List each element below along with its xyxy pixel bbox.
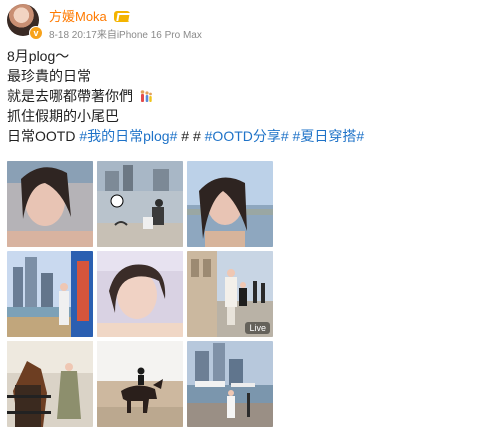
photo-6[interactable]: Live — [187, 251, 273, 337]
post-header: v 方媛Moka 8-18 20:17来自iPhone 16 Pro Max — [7, 4, 487, 41]
harbor-pier-image — [187, 341, 273, 427]
live-badge: Live — [245, 322, 270, 334]
post-line: 最珍貴的日常 — [7, 68, 91, 84]
photo-4[interactable] — [7, 251, 93, 337]
hashtag-link[interactable]: # # — [181, 128, 200, 144]
username-text[interactable]: 方媛Moka — [49, 9, 107, 24]
photo-7[interactable] — [7, 341, 93, 427]
hashtag-link[interactable]: #OOTD分享# — [205, 128, 289, 144]
crown-icon — [114, 11, 131, 22]
post-tags-line: 日常OOTD #我的日常plog# # # #OOTD分享# #夏日穿搭# — [7, 126, 487, 146]
username-link[interactable]: 方媛Moka — [49, 6, 131, 25]
post-line: 8月plog～ — [7, 48, 70, 64]
family-emoji-icon — [140, 90, 152, 102]
post-line-text: 就是去哪都帶著你們 — [7, 88, 133, 104]
post-line: 抓住假期的小尾巴 — [7, 108, 119, 124]
tags-prefix: 日常OOTD — [7, 128, 76, 144]
verified-icon: v — [29, 26, 43, 40]
hashtag-link[interactable]: #我的日常plog# — [79, 128, 177, 144]
horse-stable-image — [7, 341, 93, 427]
photo-grid: Live — [7, 161, 273, 428]
photo-2[interactable] — [97, 161, 183, 247]
horseback-arena-image — [97, 341, 183, 427]
hashtag-link[interactable]: #夏日穿搭# — [293, 128, 365, 144]
marina-image — [97, 161, 183, 247]
post-line-with-emoji: 就是去哪都帶著你們 — [7, 86, 487, 106]
post-meta: 8-18 20:17来自iPhone 16 Pro Max — [49, 30, 202, 41]
photo-9[interactable] — [187, 341, 273, 427]
photo-5[interactable] — [97, 251, 183, 337]
photo-3[interactable] — [187, 161, 273, 247]
photo-1[interactable] — [7, 161, 93, 247]
photo-8[interactable] — [97, 341, 183, 427]
selfie-image — [7, 161, 93, 247]
mother-child-walk-image — [7, 251, 93, 337]
soft-light-selfie-image — [97, 251, 183, 337]
post-body: 8月plog～ 最珍貴的日常 就是去哪都帶著你們 抓住假期的小尾巴 日常OOTD… — [7, 46, 487, 146]
waterfront-selfie-image — [187, 161, 273, 247]
